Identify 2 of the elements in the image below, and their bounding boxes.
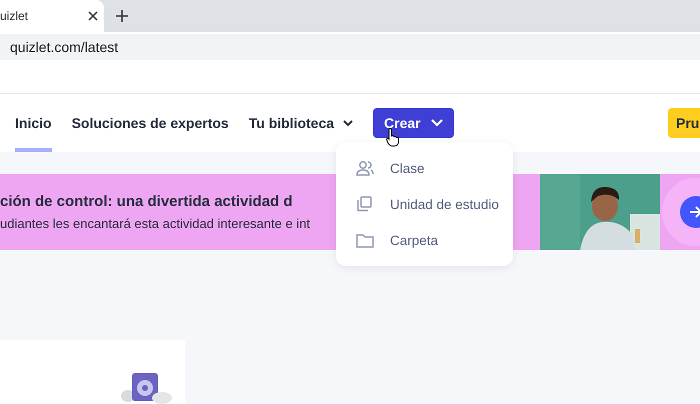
banner-subtitle: udiantes les encantará esta actividad interesante e int [0,216,310,231]
banner-title: ción de control: una divertida actividad d [0,193,293,210]
